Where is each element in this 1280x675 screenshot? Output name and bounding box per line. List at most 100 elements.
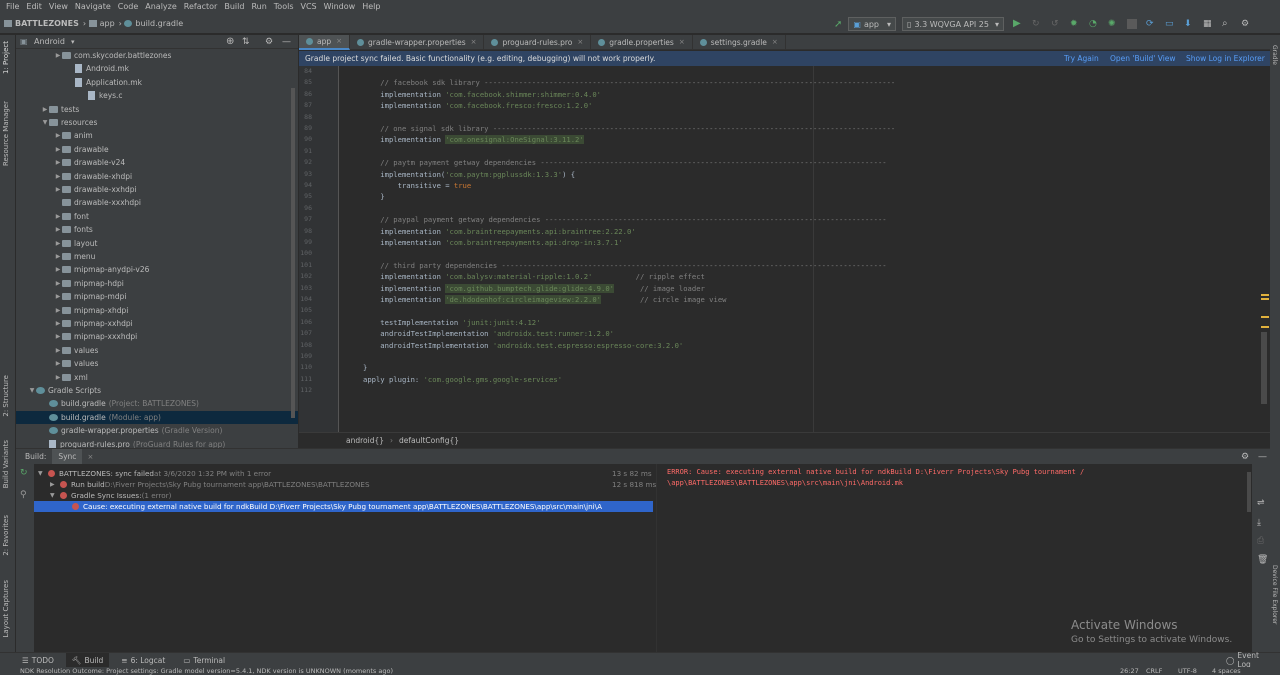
breadcrumb-project[interactable]: BATTLEZONES [4, 19, 79, 28]
menu-help[interactable]: Help [362, 0, 380, 14]
tree-item[interactable]: ▶ tests [41, 103, 80, 116]
chevron-right-icon[interactable]: ▶ [41, 106, 49, 113]
scroll-to-end-icon[interactable]: ⤓ [1257, 518, 1261, 528]
tree-item[interactable]: build.gradle (Project: BATTLEZONES) [41, 397, 199, 410]
run-icon[interactable]: ▶ [1013, 19, 1023, 29]
tool-tab-favorites[interactable]: 2: Favorites [2, 515, 10, 556]
tab-gradle-properties[interactable]: gradle.properties × [591, 34, 693, 50]
run-config-select[interactable]: ▣ app ▾ [848, 17, 897, 31]
menu-code[interactable]: Code [118, 0, 138, 14]
close-icon[interactable]: × [471, 38, 477, 46]
chevron-right-icon[interactable]: ▶ [54, 146, 62, 153]
close-icon[interactable]: × [87, 453, 93, 461]
chevron-right-icon[interactable]: ▶ [54, 360, 62, 367]
soft-wrap-icon[interactable]: ⇌ [1257, 498, 1265, 508]
tree-item[interactable]: Application.mk [67, 76, 142, 89]
tool-button-event-log[interactable]: ◯ Event Log [1220, 651, 1280, 669]
menu-analyze[interactable]: Analyze [145, 0, 177, 14]
chevron-right-icon[interactable]: ▶ [54, 280, 62, 287]
stop-icon[interactable] [1127, 19, 1137, 29]
close-icon[interactable]: × [577, 38, 583, 46]
hide-panel-icon[interactable]: — [282, 37, 291, 47]
settings-icon[interactable]: ⚙ [1241, 19, 1251, 29]
tree-item[interactable]: Android.mk [67, 62, 129, 75]
breadcrumb-file[interactable]: › build.gradle [119, 19, 183, 28]
tab-sync[interactable]: Sync [52, 449, 83, 464]
chevron-right-icon[interactable]: ▶ [54, 347, 62, 354]
tool-button-terminal[interactable]: ▭ Terminal [177, 653, 231, 668]
locate-file-icon[interactable]: ⊕ [226, 36, 234, 47]
close-icon[interactable]: × [679, 38, 685, 46]
profile-icon[interactable]: ◔ [1089, 19, 1099, 29]
tool-tab-gradle[interactable]: Gradle [1271, 45, 1278, 65]
console-scrollbar-thumb[interactable] [1247, 472, 1251, 512]
menu-view[interactable]: View [49, 0, 68, 14]
chevron-right-icon[interactable]: ▶ [54, 173, 62, 180]
tree-item[interactable]: ▶ mipmap-mdpi [54, 290, 127, 303]
tree-item[interactable]: keys.c [80, 89, 123, 102]
chevron-down-icon[interactable]: ▾ [71, 38, 75, 46]
menu-vcs[interactable]: VCS [301, 0, 317, 14]
tree-item[interactable]: ▶ drawable-xhdpi [54, 170, 132, 183]
tree-item[interactable]: ▶ mipmap-anydpi-v26 [54, 263, 150, 276]
menu-tools[interactable]: Tools [274, 0, 294, 14]
menu-window[interactable]: Window [324, 0, 356, 14]
indent-setting[interactable]: 4 spaces [1212, 667, 1241, 675]
tree-item[interactable]: gradle-wrapper.properties (Gradle Version… [41, 424, 222, 437]
warning-marker[interactable] [1261, 294, 1269, 296]
build-tree-item[interactable]: ▼ BATTLEZONES: sync failed at 3/6/2020 1:… [38, 468, 271, 479]
project-view-mode[interactable]: Android [34, 37, 65, 46]
tree-item[interactable]: ▶ drawable-v24 [54, 156, 125, 169]
menu-run[interactable]: Run [251, 0, 266, 14]
debug-icon[interactable]: ✹ [1070, 19, 1080, 29]
breadcrumb-module[interactable]: › app [83, 19, 115, 28]
tree-item[interactable]: ▶ mipmap-xxhdpi [54, 317, 133, 330]
tree-item[interactable]: ▶ drawable [54, 143, 109, 156]
chevron-right-icon[interactable]: ▶ [54, 159, 62, 166]
sync-gradle-icon[interactable]: ⟳ [1146, 19, 1156, 29]
chevron-right-icon[interactable]: ▶ [54, 240, 62, 247]
close-icon[interactable]: × [336, 37, 342, 45]
tab-settings-gradle[interactable]: settings.gradle × [693, 34, 786, 50]
breadcrumb-defaultconfig[interactable]: defaultConfig{} [399, 436, 459, 445]
gear-icon[interactable]: ⚙ [1241, 452, 1249, 462]
breadcrumb-android[interactable]: android{} [346, 436, 384, 445]
chevron-right-icon[interactable]: ▶ [54, 266, 62, 273]
layout-inspector-icon[interactable]: ▦ [1203, 19, 1213, 29]
tree-item[interactable]: ▶ drawable-xxhdpi [54, 183, 137, 196]
apply-changes-icon[interactable]: ↻ [1032, 19, 1042, 29]
apply-code-changes-icon[interactable]: ↺ [1051, 19, 1061, 29]
chevron-right-icon[interactable]: ▶ [54, 320, 62, 327]
attach-debugger-icon[interactable]: ✺ [1108, 19, 1118, 29]
menu-edit[interactable]: Edit [26, 0, 42, 14]
open-build-view-link[interactable]: Open 'Build' View [1110, 54, 1176, 63]
chevron-down-icon[interactable]: ▼ [50, 492, 60, 499]
tool-tab-layout-captures[interactable]: Layout Captures [2, 580, 10, 638]
menu-refactor[interactable]: Refactor [184, 0, 218, 14]
tree-item[interactable]: ▶ values [54, 344, 99, 357]
chevron-right-icon[interactable]: ▶ [54, 333, 62, 340]
gear-icon[interactable]: ⚙ [265, 37, 273, 47]
tool-button-todo[interactable]: ☰ TODO [16, 653, 60, 668]
caret-position[interactable]: 26:27 [1120, 667, 1139, 675]
warning-marker[interactable] [1261, 316, 1269, 318]
chevron-right-icon[interactable]: ▶ [54, 293, 62, 300]
tool-button-logcat[interactable]: ≡ 6: Logcat [115, 653, 171, 668]
tree-item[interactable]: ▶ xml [54, 371, 88, 384]
tool-tab-project[interactable]: 1: Project [2, 41, 10, 74]
status-message[interactable]: NDK Resolution Outcome: Project settings… [20, 667, 393, 675]
device-select[interactable]: ▯ 3.3 WQVGA API 25 ▾ [902, 17, 1004, 31]
tab-proguard-rules-pro[interactable]: proguard-rules.pro × [484, 34, 592, 50]
tool-button-build[interactable]: 🔨︎ Build [65, 652, 110, 668]
chevron-right-icon[interactable]: ▶ [54, 52, 62, 59]
tool-tab-structure[interactable]: 2: Structure [2, 375, 10, 417]
chevron-right-icon[interactable]: ▶ [54, 307, 62, 314]
tab-app[interactable]: app × [299, 34, 350, 50]
tree-item[interactable]: ▶ mipmap-xhdpi [54, 304, 129, 317]
chevron-right-icon[interactable]: ▶ [54, 374, 62, 381]
hide-panel-icon[interactable]: — [1258, 452, 1267, 462]
build-tree-item[interactable]: ▶ Run build D:\Fiverr Projects\Sky Pubg t… [50, 479, 370, 490]
tree-item[interactable]: ▶ fonts [54, 223, 93, 236]
build-tree-item[interactable]: ▼ Gradle Sync Issues: (1 error) [50, 490, 171, 501]
tree-item[interactable]: ▶ com.skycoder.battlezones [54, 49, 172, 62]
